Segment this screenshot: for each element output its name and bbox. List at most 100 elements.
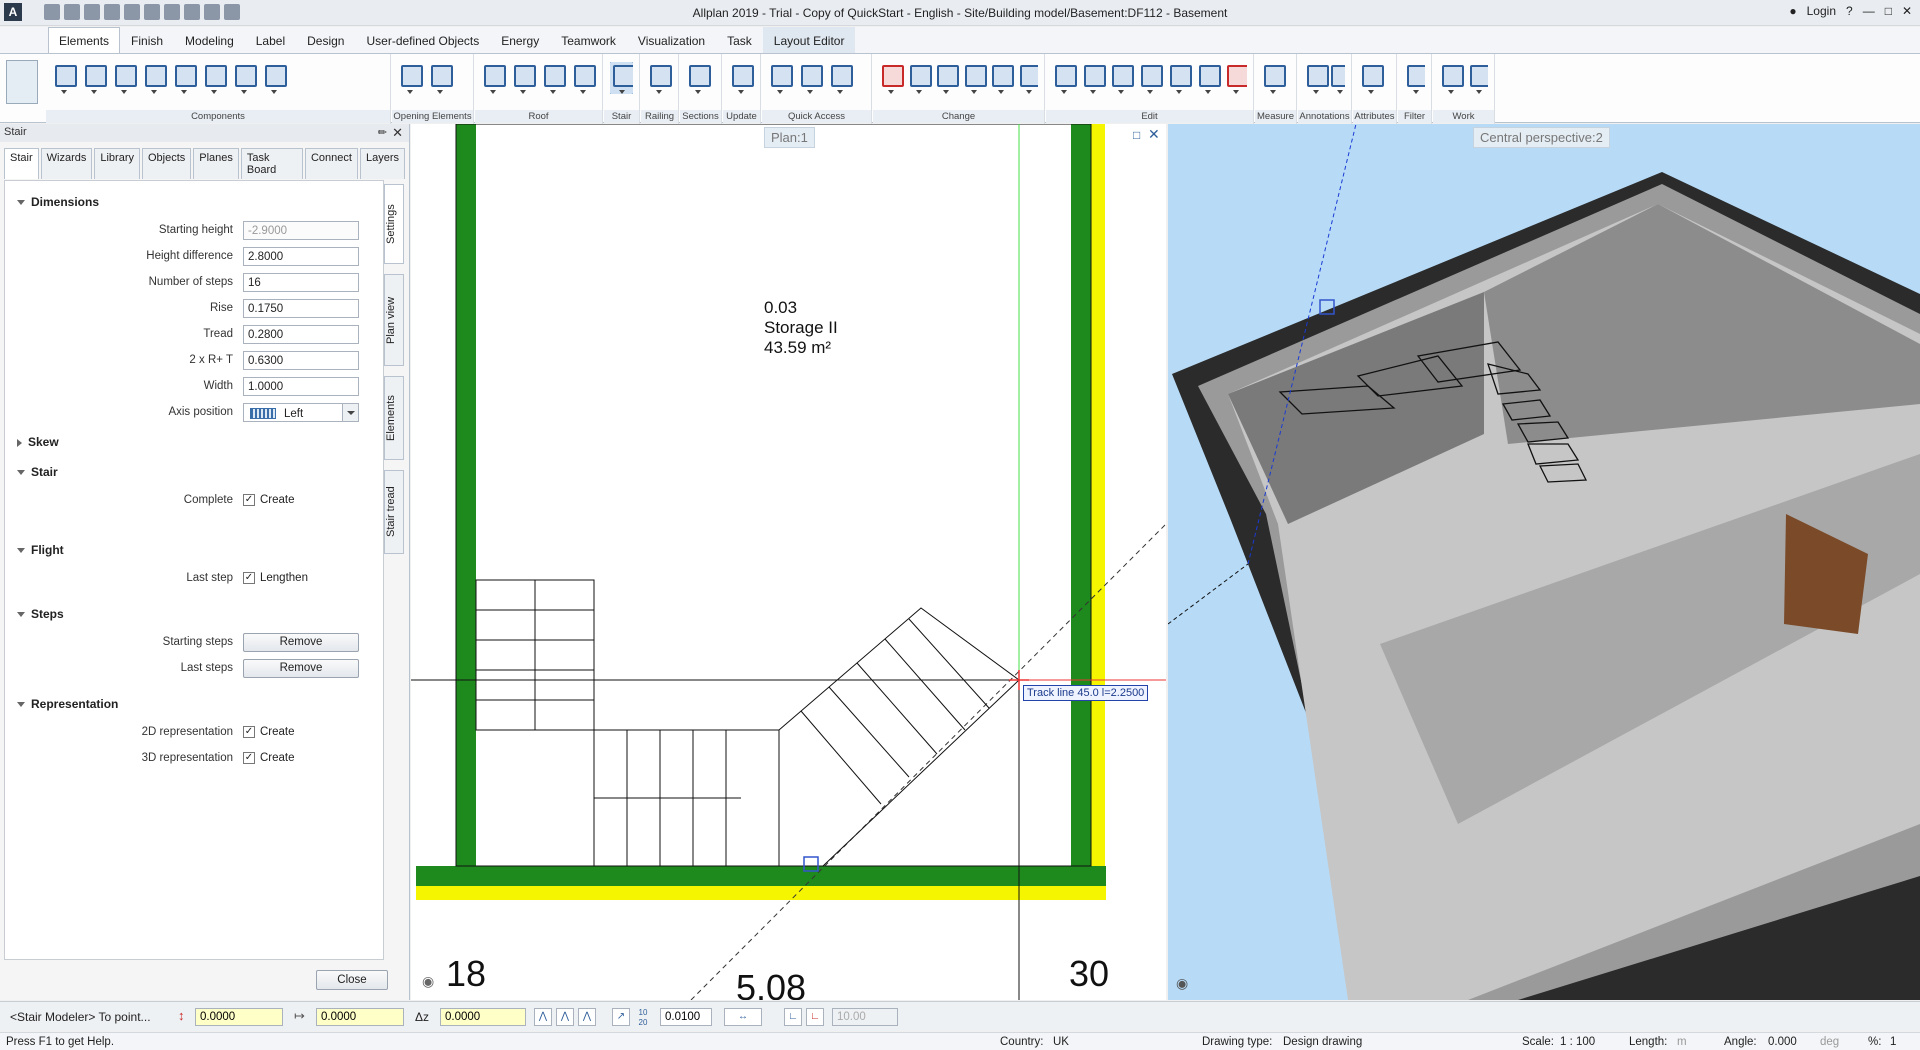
restore-view-icon[interactable]: □ xyxy=(1133,128,1140,142)
checkbox-icon[interactable]: ✓ xyxy=(243,494,255,506)
perspective-viewport[interactable]: Central perspective:2 ◉ xyxy=(1168,124,1920,1000)
height-difference-field[interactable] xyxy=(243,247,359,266)
close-button[interactable]: Close xyxy=(316,970,388,990)
last-steps-remove-button[interactable]: Remove xyxy=(243,659,359,678)
filter-tool-icon[interactable] xyxy=(1404,62,1425,94)
tab-label[interactable]: Label xyxy=(245,27,296,53)
edit-tool-icon[interactable] xyxy=(1109,62,1135,94)
annotations-tool-icon[interactable] xyxy=(1328,62,1345,94)
division-icon[interactable]: 10 20 xyxy=(634,1008,652,1027)
width-field[interactable] xyxy=(243,377,359,396)
y-coordinate-input[interactable] xyxy=(316,1008,404,1026)
opening-elements-tool-icon[interactable] xyxy=(428,62,453,94)
z-coordinate-input[interactable] xyxy=(440,1008,526,1026)
drawing-type-value[interactable]: Design drawing xyxy=(1283,1036,1362,1048)
work-environment-tool-icon[interactable] xyxy=(1467,62,1488,94)
annotations-tool-icon[interactable] xyxy=(1304,62,1329,94)
vertical-tab-plan-view[interactable]: Plan view xyxy=(384,274,404,366)
angle-unit[interactable]: deg xyxy=(1820,1036,1839,1048)
close-view-icon[interactable]: ✕ xyxy=(1148,126,1160,143)
navigation-icon[interactable]: ◉ xyxy=(422,973,434,990)
components-tool-icon[interactable] xyxy=(232,62,257,94)
stair-tool-icon[interactable] xyxy=(610,62,633,94)
roof-tool-icon[interactable] xyxy=(571,62,596,94)
tab-elements[interactable]: Elements xyxy=(48,27,121,53)
minimize-button[interactable]: — xyxy=(1863,4,1875,18)
components-tool-icon[interactable] xyxy=(112,62,137,94)
tab-design[interactable]: Design xyxy=(296,27,355,53)
attributes-tool-icon[interactable] xyxy=(1359,62,1384,94)
login-button[interactable]: Login xyxy=(1807,4,1836,18)
update-tool-icon[interactable] xyxy=(729,62,754,94)
palette-tab-wizards[interactable]: Wizards xyxy=(40,148,93,179)
tab-visualization[interactable]: Visualization xyxy=(627,27,716,53)
snap-point-icon[interactable]: ⋀ xyxy=(534,1008,552,1026)
complete-checkbox[interactable]: ✓ Create xyxy=(243,494,295,506)
help-icon[interactable]: ? xyxy=(1846,4,1853,18)
perspective-drawing[interactable] xyxy=(1168,124,1920,1000)
roof-tool-icon[interactable] xyxy=(541,62,566,94)
palette-tab-connect[interactable]: Connect xyxy=(304,148,358,179)
length-unit[interactable]: m xyxy=(1677,1036,1687,1048)
section-flight[interactable]: Flight xyxy=(17,543,64,557)
tab-energy[interactable]: Energy xyxy=(490,27,550,53)
components-tool-icon[interactable] xyxy=(202,62,227,94)
track-icon[interactable]: ↗ xyxy=(612,1008,630,1026)
number-of-steps-field[interactable] xyxy=(243,273,359,292)
tread-field[interactable] xyxy=(243,325,359,344)
opening-elements-tool-icon[interactable] xyxy=(398,62,423,94)
vertical-tab-elements[interactable]: Elements xyxy=(384,376,404,460)
angle-value[interactable]: 0.000 xyxy=(1768,1036,1797,1048)
railing-tool-icon[interactable] xyxy=(647,62,672,94)
starting-steps-remove-button[interactable]: Remove xyxy=(243,633,359,652)
palette-tab-layers[interactable]: Layers xyxy=(359,148,405,179)
change-tool-icon[interactable] xyxy=(1017,62,1038,94)
user-icon[interactable]: ● xyxy=(1789,4,1796,18)
section-stair[interactable]: Stair xyxy=(17,465,58,479)
stair-flight-bottom[interactable] xyxy=(593,729,780,867)
quick-access-tool-icon[interactable] xyxy=(768,62,793,94)
change-tool-icon[interactable] xyxy=(907,62,931,94)
checkbox-icon[interactable]: ✓ xyxy=(243,726,255,738)
dimension-mode-icon[interactable]: ↔ xyxy=(724,1008,762,1026)
components-tool-icon[interactable] xyxy=(142,62,167,94)
change-tool-icon[interactable] xyxy=(879,62,904,94)
palette-tab-stair[interactable]: Stair xyxy=(4,148,39,179)
tab-teamwork[interactable]: Teamwork xyxy=(550,27,627,53)
step-input[interactable] xyxy=(660,1008,712,1026)
section-dimensions[interactable]: Dimensions xyxy=(17,195,99,209)
vertical-tab-stair-tread[interactable]: Stair tread xyxy=(384,470,404,554)
tab-finish[interactable]: Finish xyxy=(120,27,174,53)
stair-flight-left[interactable] xyxy=(475,579,595,731)
palette-tab-planes[interactable]: Planes xyxy=(193,148,239,179)
two-r-t-field[interactable] xyxy=(243,351,359,370)
angle-input[interactable] xyxy=(832,1008,898,1026)
components-tool-icon[interactable] xyxy=(52,62,77,94)
sections-tool-icon[interactable] xyxy=(686,62,711,94)
pin-icon[interactable]: ✏ xyxy=(378,126,387,139)
angle-icon[interactable]: ∟ xyxy=(784,1008,802,1026)
work-environment-tool-icon[interactable] xyxy=(1439,62,1464,94)
components-tool-icon[interactable] xyxy=(82,62,107,94)
chevron-down-icon[interactable] xyxy=(342,404,358,421)
plan-viewport[interactable]: 0.03 Storage II 43.59 m² 18 5.08 30 Plan… xyxy=(411,124,1166,1000)
section-skew[interactable]: Skew xyxy=(17,435,59,449)
rep-2d-checkbox[interactable]: ✓ Create xyxy=(243,726,295,738)
midpoint-icon[interactable]: ⋀ xyxy=(556,1008,574,1026)
roof-tool-icon[interactable] xyxy=(511,62,536,94)
palette-tab-objects[interactable]: Objects xyxy=(141,148,192,179)
measure-tool-icon[interactable] xyxy=(1261,62,1286,94)
change-tool-icon[interactable] xyxy=(962,62,986,94)
angle-snap-icon[interactable]: ∟ xyxy=(806,1008,824,1026)
edit-tool-icon[interactable] xyxy=(1052,62,1077,94)
stair-flight-diagonal[interactable] xyxy=(778,607,1020,867)
percent-value[interactable]: 1 xyxy=(1890,1036,1896,1048)
plan-view-label[interactable]: Plan:1 xyxy=(764,127,815,148)
rep-3d-checkbox[interactable]: ✓ Create xyxy=(243,752,295,764)
section-steps[interactable]: Steps xyxy=(17,607,64,621)
maximize-button[interactable]: □ xyxy=(1885,4,1892,18)
palette-tab-task-board[interactable]: Task Board xyxy=(240,148,303,179)
vertical-tab-settings[interactable]: Settings xyxy=(384,184,404,264)
edit-tool-icon[interactable] xyxy=(1081,62,1106,94)
components-tool-icon[interactable] xyxy=(172,62,197,94)
